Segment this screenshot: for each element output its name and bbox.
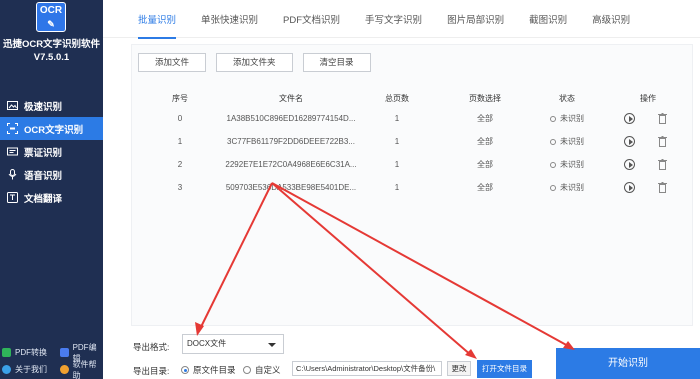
add-folder-button[interactable]: 添加文件夹 <box>216 53 293 72</box>
row-filename: 2292E7E1E72C0A4968E6E6C31A... <box>225 160 357 169</box>
table-row: 3 509703E536DA533BE98E5401DE... 1 全部 未识别 <box>132 179 694 197</box>
row-status: 未识别 <box>532 156 602 174</box>
header-actions: 操作 <box>640 94 656 103</box>
tab-advanced[interactable]: 高级识别 <box>592 12 630 26</box>
option-custom-dir[interactable]: 自定义 <box>243 364 281 376</box>
tab-single[interactable]: 单张快速识别 <box>201 12 258 26</box>
option-source-dir[interactable]: 原文件目录 <box>181 364 236 376</box>
about-icon <box>2 365 11 374</box>
about-link[interactable]: 关于我们 <box>0 364 60 375</box>
play-icon[interactable] <box>624 159 635 170</box>
tab-partial-image[interactable]: 图片局部识别 <box>447 12 504 26</box>
tab-screenshot[interactable]: 截图识别 <box>529 12 567 26</box>
play-icon[interactable] <box>624 182 635 193</box>
row-pages: 1 <box>394 137 400 146</box>
status-dot-icon <box>550 116 556 122</box>
row-page-select[interactable]: 全部 <box>455 133 515 151</box>
add-file-button[interactable]: 添加文件 <box>138 53 207 72</box>
app-logo: OCR ✎ <box>36 2 66 32</box>
header-index: 序号 <box>172 94 188 103</box>
main-area: 批量识别 单张快速识别 PDF文档识别 手写文字识别 图片局部识别 截图识别 高… <box>103 0 700 379</box>
status-dot-icon <box>550 139 556 145</box>
file-list-panel: 添加文件 添加文件夹 清空目录 序号 文件名 总页数 页数选择 状态 操作 0 … <box>131 44 693 326</box>
help-link[interactable]: 软件帮助 <box>60 359 103 379</box>
row-status: 未识别 <box>532 179 602 197</box>
header-page-select: 页数选择 <box>469 94 501 103</box>
row-pages: 1 <box>394 183 400 192</box>
app-name: 迅捷OCR文字识别软件 <box>2 39 101 50</box>
row-status: 未识别 <box>532 110 602 128</box>
sidebar-footer: PDF转换 PDF编辑 关于我们 软件帮助 <box>0 343 103 379</box>
sidebar-item-translate[interactable]: 文档翻译 <box>0 186 103 209</box>
sidebar-item-voice[interactable]: 语音识别 <box>0 163 103 186</box>
change-dir-button[interactable]: 更改 <box>447 361 471 376</box>
pdf-edit-icon <box>60 348 69 357</box>
row-page-select[interactable]: 全部 <box>455 179 515 197</box>
start-recognition-button[interactable]: 开始识别 <box>556 348 700 379</box>
sidebar-nav: 极速识别 OCR文字识别 票证识别 语音识别 文档翻译 <box>0 94 103 209</box>
row-index: 0 <box>177 114 183 123</box>
row-filename: 1A38B510C896ED16289774154D... <box>226 114 356 123</box>
trash-icon[interactable] <box>658 136 667 147</box>
header-status: 状态 <box>559 94 575 103</box>
row-filename: 509703E536DA533BE98E5401DE... <box>225 183 357 192</box>
microphone-icon <box>6 169 18 181</box>
pen-icon: ✎ <box>47 19 55 29</box>
table-row: 1 3C77FB61179F2DD6DEEE722B3... 1 全部 未识别 <box>132 133 694 151</box>
table-row: 0 1A38B510C896ED16289774154D... 1 全部 未识别 <box>132 110 694 128</box>
table-row: 2 2292E7E1E72C0A4968E6E6C31A... 1 全部 未识别 <box>132 156 694 174</box>
row-filename: 3C77FB61179F2DD6DEEE722B3... <box>227 137 355 146</box>
app-title: 迅捷OCR文字识别软件 V7.5.0.1 <box>0 38 103 64</box>
row-pages: 1 <box>394 114 400 123</box>
sidebar-item-ticket[interactable]: 票证识别 <box>0 140 103 163</box>
sidebar-item-ocr[interactable]: OCR文字识别 <box>0 117 103 140</box>
trash-icon[interactable] <box>658 159 667 170</box>
radio-checked-icon <box>181 366 189 374</box>
help-icon <box>60 365 69 374</box>
ocr-icon <box>6 123 18 135</box>
row-status: 未识别 <box>532 133 602 151</box>
row-pages: 1 <box>394 160 400 169</box>
row-page-select[interactable]: 全部 <box>455 156 515 174</box>
header-filename: 文件名 <box>279 94 303 103</box>
header-pages: 总页数 <box>385 94 409 103</box>
table-header: 序号 文件名 总页数 页数选择 状态 操作 <box>132 90 694 108</box>
tab-handwriting[interactable]: 手写文字识别 <box>365 12 422 26</box>
trash-icon[interactable] <box>658 113 667 124</box>
ticket-icon <box>6 146 18 158</box>
export-format-label: 导出格式: <box>133 342 170 352</box>
app-version: V7.5.0.1 <box>33 52 70 63</box>
pdf-convert-icon <box>2 348 11 357</box>
translate-icon <box>6 192 18 204</box>
row-index: 1 <box>177 137 183 146</box>
export-path-field[interactable]: C:\Users\Administrator\Desktop\文件备份\ <box>292 361 442 376</box>
clear-list-button[interactable]: 清空目录 <box>302 53 371 72</box>
export-format-select[interactable]: DOCX文件 <box>182 334 284 354</box>
sidebar: OCR ✎ 迅捷OCR文字识别软件 V7.5.0.1 极速识别 OCR文字识别 … <box>0 0 103 379</box>
trash-icon[interactable] <box>658 182 667 193</box>
open-dir-button[interactable]: 打开文件目录 <box>477 360 532 378</box>
radio-unchecked-icon <box>243 366 251 374</box>
image-icon <box>6 100 18 112</box>
row-index: 3 <box>177 183 183 192</box>
play-icon[interactable] <box>624 113 635 124</box>
play-icon[interactable] <box>624 136 635 147</box>
chevron-down-icon <box>268 343 276 347</box>
tab-bar: 批量识别 单张快速识别 PDF文档识别 手写文字识别 图片局部识别 截图识别 高… <box>103 0 700 39</box>
status-dot-icon <box>550 185 556 191</box>
pdf-convert-link[interactable]: PDF转换 <box>0 347 60 358</box>
toolbar: 添加文件 添加文件夹 清空目录 <box>138 53 381 72</box>
tab-batch[interactable]: 批量识别 <box>138 12 177 39</box>
tab-pdf[interactable]: PDF文档识别 <box>283 12 340 26</box>
status-dot-icon <box>550 162 556 168</box>
row-page-select[interactable]: 全部 <box>455 110 515 128</box>
sidebar-item-fast-recognition[interactable]: 极速识别 <box>0 94 103 117</box>
export-dir-label: 导出目录: <box>133 366 170 376</box>
row-index: 2 <box>177 160 183 169</box>
